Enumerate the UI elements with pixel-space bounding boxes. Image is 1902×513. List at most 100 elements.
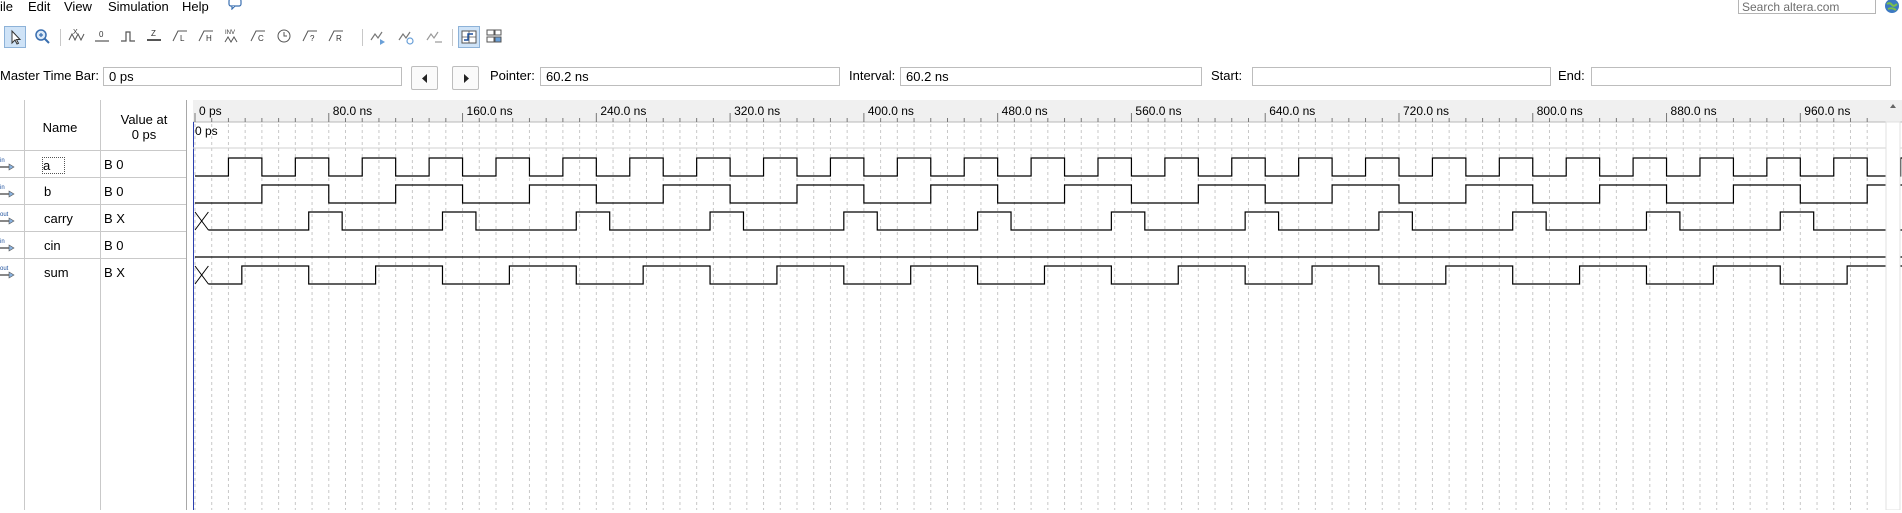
run-timing-simulation-icon	[398, 31, 414, 45]
signal-row-cin[interactable]: in cin B 0	[0, 231, 186, 258]
value-column-header-line2: 0 ps	[131, 127, 157, 142]
output-pin-icon: out	[0, 212, 15, 225]
menu-edit[interactable]: Edit	[28, 0, 50, 14]
svg-text:in: in	[0, 239, 5, 245]
run-timing-simulation-button[interactable]	[396, 26, 418, 48]
toolbar: X 0 Z L H INV C ? R	[0, 24, 1902, 50]
svg-text:Z: Z	[151, 29, 156, 38]
ruler-tick-label: 800.0 ns	[1537, 104, 1583, 118]
ruler-tick-label: 0 ps	[199, 104, 222, 118]
count-value-button[interactable]: C	[248, 26, 270, 48]
next-transition-button[interactable]	[452, 66, 479, 90]
toolbar-separator	[60, 29, 61, 46]
forcing-low-button[interactable]: 0	[92, 26, 114, 48]
random-values-icon: R	[328, 30, 343, 43]
signal-value: B X	[104, 265, 125, 280]
forcing-unknown-icon: X	[68, 29, 85, 42]
ruler-tick-label: 960.0 ns	[1804, 104, 1850, 118]
signal-name: carry	[44, 211, 73, 226]
ruler-tick-label: 480.0 ns	[1002, 104, 1048, 118]
ruler-tick-label: 640.0 ns	[1269, 104, 1315, 118]
vertical-scrollbar	[1885, 121, 1901, 511]
forcing-high-icon	[121, 31, 135, 42]
ruler-tick-label: 880.0 ns	[1671, 104, 1717, 118]
signal-name: cin	[44, 238, 61, 253]
overwrite-clock-button[interactable]	[274, 26, 296, 48]
weak-low-button[interactable]: L	[170, 26, 192, 48]
weak-high-button[interactable]: H	[196, 26, 218, 48]
grid-settings-button[interactable]	[484, 26, 506, 48]
toolbar-separator	[362, 29, 363, 46]
value-column-header[interactable]: Value at 0 ps	[104, 112, 184, 142]
invert-button[interactable]: INV	[222, 26, 244, 48]
ruler-tick-label: 400.0 ns	[868, 104, 914, 118]
signal-name: a	[42, 157, 66, 174]
interval-field[interactable]: 60.2 ns	[900, 67, 1202, 86]
name-column-header[interactable]: Name	[40, 120, 80, 135]
menu-help[interactable]: Help	[182, 0, 209, 14]
input-pin-icon: in	[0, 158, 15, 171]
signal-row-carry[interactable]: out carry B X	[0, 204, 186, 231]
ruler-tick-label: 560.0 ns	[1135, 104, 1181, 118]
arbitrary-value-icon: ?	[302, 30, 317, 43]
generate-netlist-button[interactable]	[424, 26, 446, 48]
run-functional-simulation-button[interactable]	[368, 26, 390, 48]
weak-high-icon: H	[198, 30, 213, 43]
high-impedance-button[interactable]: Z	[144, 26, 166, 48]
svg-text:0: 0	[99, 30, 104, 39]
arrow-right-icon	[464, 74, 469, 83]
signal-value: B 0	[104, 184, 124, 199]
time-control-bar: Master Time Bar: 0 ps Pointer: 60.2 ns I…	[0, 63, 1902, 90]
signal-name: b	[44, 184, 52, 199]
waveform-area[interactable]: 0 ps 80.0 ns 160.0 ns 240.0 ns 320.0 ns 400.0…	[192, 100, 1902, 511]
master-time-bar-label: Master Time Bar:	[0, 68, 99, 83]
svg-text:X: X	[73, 29, 78, 36]
master-time-bar-field[interactable]: 0 ps	[103, 67, 402, 86]
generate-netlist-icon	[426, 31, 442, 43]
search-input[interactable]: Search altera.com	[1738, 0, 1876, 14]
grid-settings-icon	[486, 29, 502, 43]
waveform-carry-undefined	[194, 211, 209, 231]
random-values-button[interactable]: R	[326, 26, 348, 48]
forcing-unknown-button[interactable]: X	[66, 26, 88, 48]
waveform-canvas[interactable]: 0 ps 80.0 ns 160.0 ns 240.0 ns 320.0 ns 400.0…	[192, 100, 1902, 511]
arbitrary-value-button[interactable]: ?	[300, 26, 322, 48]
svg-text:out: out	[0, 212, 9, 218]
start-label: Start:	[1211, 68, 1243, 83]
svg-text:?: ?	[310, 34, 315, 43]
selection-tool-button[interactable]	[4, 26, 26, 48]
signal-row-a[interactable]: in a B 0	[0, 150, 186, 177]
snap-to-grid-button[interactable]	[458, 26, 480, 48]
overwrite-clock-icon	[277, 29, 291, 43]
signal-name: sum	[44, 265, 69, 280]
help-chat-icon[interactable]	[228, 0, 242, 10]
menu-simulation[interactable]: Simulation	[108, 0, 169, 14]
signal-value: B 0	[104, 157, 124, 172]
svg-text:C: C	[258, 34, 264, 43]
pointer-label: Pointer:	[490, 68, 535, 83]
menu-view[interactable]: View	[64, 0, 92, 14]
end-label: End:	[1558, 68, 1585, 83]
arrow-left-icon	[422, 74, 427, 83]
signal-row-b[interactable]: in b B 0	[0, 177, 186, 204]
selection-tool-icon	[11, 29, 22, 45]
pointer-field[interactable]: 60.2 ns	[540, 67, 840, 86]
weak-low-icon: L	[172, 30, 187, 43]
previous-transition-button[interactable]	[411, 66, 438, 90]
menu-file[interactable]: ile	[0, 0, 13, 14]
ruler-tick-label: 80.0 ns	[333, 104, 372, 118]
waveform-a	[195, 157, 1902, 177]
output-pin-icon: out	[0, 266, 15, 279]
zoom-tool-button[interactable]	[32, 26, 54, 48]
forcing-high-button[interactable]	[118, 26, 140, 48]
ruler-tick-label: 160.0 ns	[467, 104, 513, 118]
run-functional-simulation-icon	[370, 31, 385, 45]
start-field[interactable]	[1252, 67, 1551, 86]
ruler-tick-label: 320.0 ns	[734, 104, 780, 118]
waveform-sum-undefined	[194, 265, 209, 285]
input-pin-icon: in	[0, 239, 15, 252]
high-impedance-icon: Z	[147, 29, 161, 41]
globe-icon[interactable]	[1884, 0, 1900, 14]
end-field[interactable]	[1591, 67, 1891, 86]
signal-row-sum[interactable]: out sum B X	[0, 258, 186, 285]
